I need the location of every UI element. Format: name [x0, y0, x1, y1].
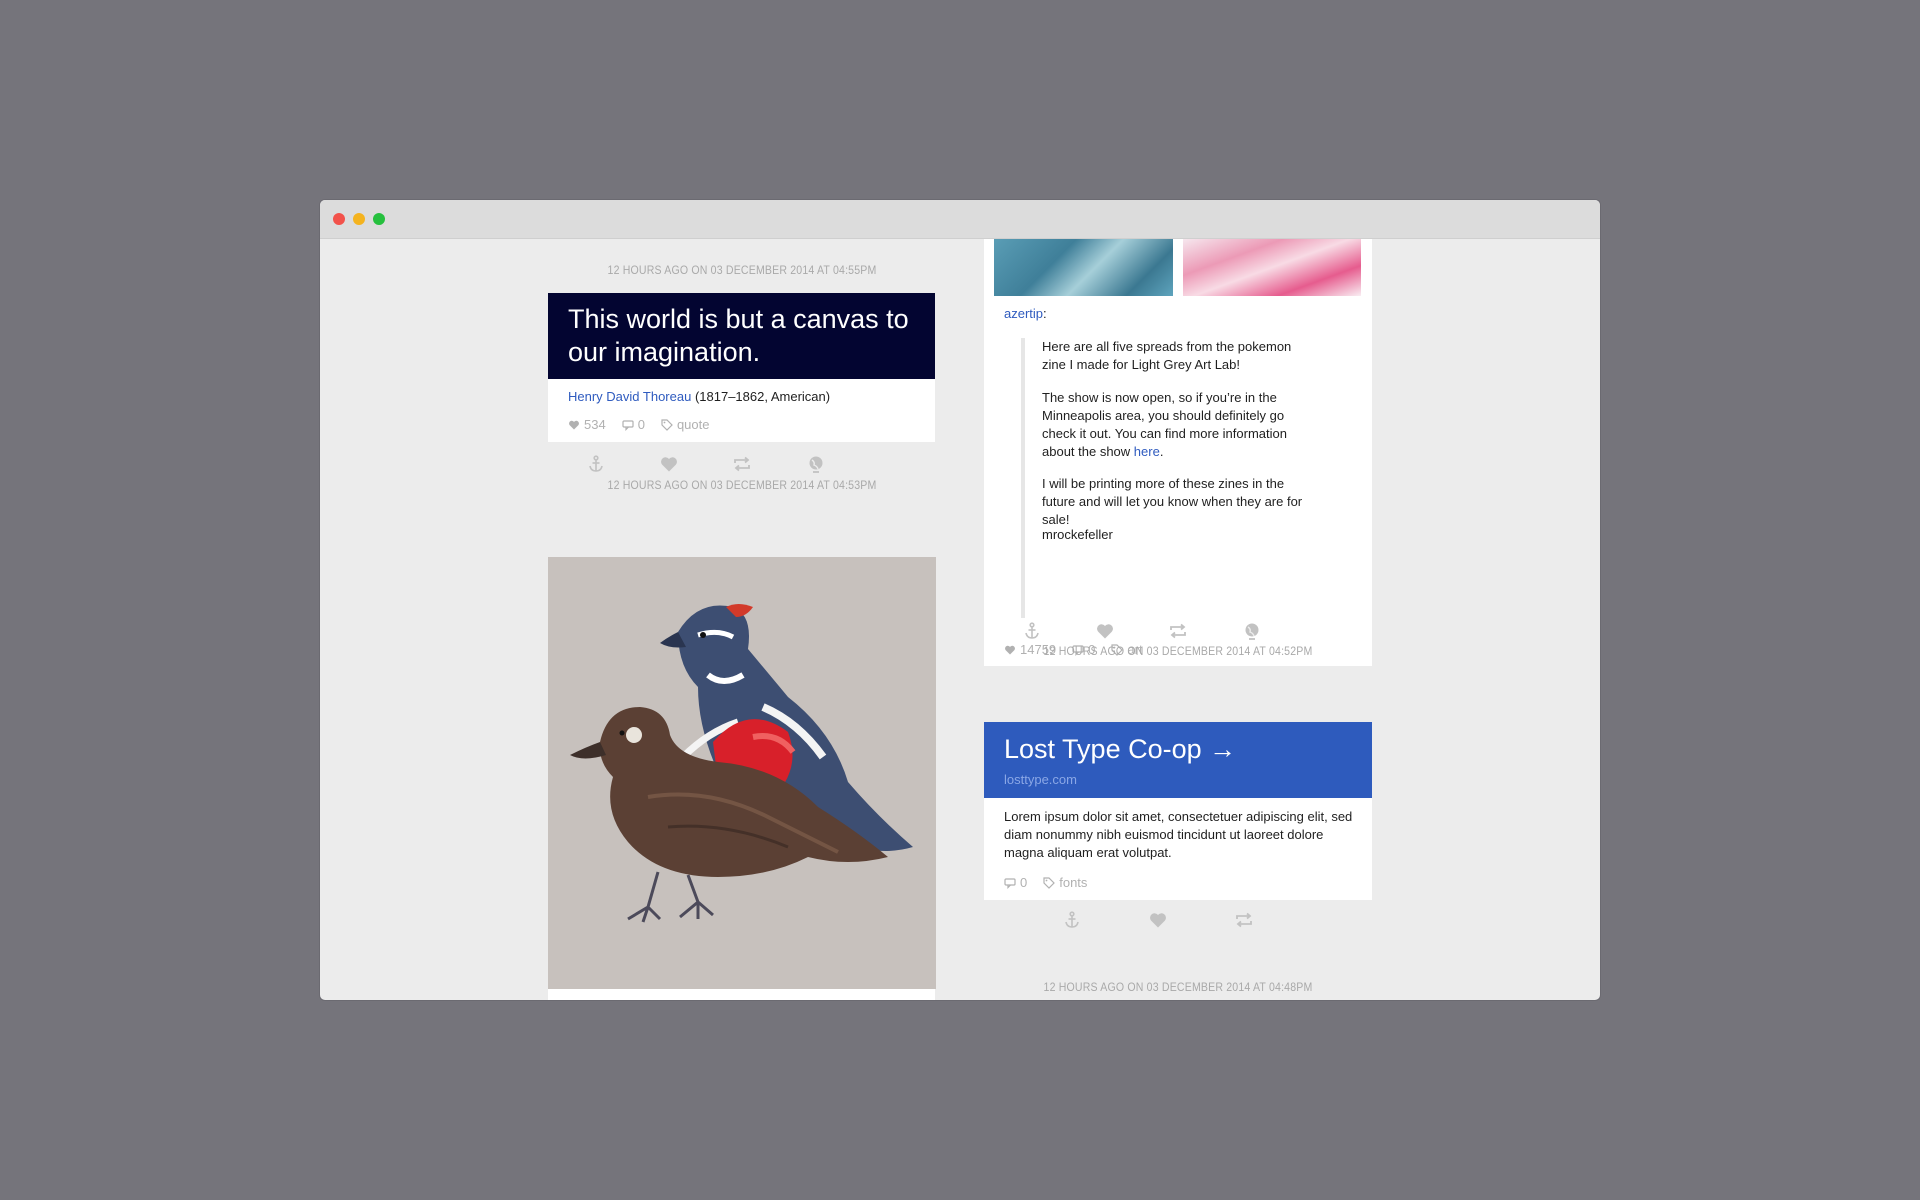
comment-icon [1004, 877, 1016, 889]
browser-window: 12 hours ago on 03 December 2014 at 04:5… [320, 200, 1600, 1000]
globe-icon [1245, 623, 1259, 640]
reblog-icon [1236, 912, 1252, 928]
post-timestamp[interactable]: 12 hours ago on 03 December 2014 at 04:5… [571, 478, 912, 492]
reblog-icon [734, 456, 750, 472]
quote-post-body: Henry David Thoreau (1817–1862, American… [548, 379, 935, 442]
title-bar [320, 200, 1600, 239]
reblog-user: azertip: [1004, 306, 1047, 321]
globe-icon [809, 456, 823, 473]
quote-source: Henry David Thoreau (1817–1862, American… [568, 389, 830, 404]
heart-icon [661, 457, 677, 472]
like-button[interactable] [1148, 910, 1168, 930]
comments-count[interactable]: 0 [622, 417, 645, 432]
heart-icon [569, 420, 579, 429]
photoset-image-1[interactable] [994, 239, 1173, 296]
tag-link[interactable]: quote [661, 417, 709, 432]
heart-icon [1150, 913, 1166, 928]
reblog-button[interactable] [1234, 910, 1254, 930]
photoset-images [984, 239, 1372, 299]
link-post-body: Lorem ipsum dolor sit amet, consectetuer… [984, 798, 1372, 900]
reply-button[interactable] [1242, 621, 1262, 641]
likes-count[interactable]: 534 [568, 417, 606, 432]
text-post-body: azertip: Here are all five spreads from … [984, 296, 1372, 666]
comments-count[interactable]: 0 [1004, 875, 1027, 890]
reblog-user-link[interactable]: azertip [1004, 306, 1043, 321]
blockquote: Here are all five spreads from the pokem… [1021, 338, 1341, 618]
permalink-button[interactable] [586, 454, 606, 474]
reblog-icon [1170, 623, 1186, 639]
minimize-window-button[interactable] [353, 213, 365, 225]
zoom-window-button[interactable] [373, 213, 385, 225]
post-timestamp[interactable]: 12 hours ago on 03 December 2014 at 04:5… [1007, 644, 1348, 658]
permalink-button[interactable] [1062, 910, 1082, 930]
close-window-button[interactable] [333, 213, 345, 225]
like-button[interactable] [659, 454, 679, 474]
heart-icon [1097, 624, 1113, 639]
post-timestamp[interactable]: 12 hours ago on 03 December 2014 at 04:4… [1007, 980, 1348, 994]
reblog-post-actions [984, 621, 1372, 645]
post-timestamp[interactable]: 12 hours ago on 03 December 2014 at 04:5… [571, 263, 912, 277]
show-info-link[interactable]: here [1134, 444, 1160, 459]
paragraph: I will be printing more of these zines i… [1042, 476, 1303, 527]
photoset-image-2[interactable] [1183, 239, 1361, 296]
paragraph: The show is now open, so if you’re in th… [1042, 390, 1287, 459]
duck-illustration [548, 557, 936, 989]
source-user-link[interactable]: mrockefeller [1042, 526, 1312, 544]
comment-icon [622, 419, 634, 431]
link-url: losttype.com [1004, 772, 1077, 787]
quote-author-link[interactable]: Henry David Thoreau [568, 389, 691, 404]
reblog-button[interactable] [1168, 621, 1188, 641]
photo-post-image[interactable] [548, 557, 936, 989]
anchor-icon [1025, 622, 1039, 639]
permalink-button[interactable] [1022, 621, 1042, 641]
like-button[interactable] [1095, 621, 1115, 641]
anchor-icon [1065, 911, 1079, 928]
reblog-button[interactable] [732, 454, 752, 474]
photo-post-footer [548, 989, 935, 1000]
link-stats: 0 fonts [1004, 875, 1087, 890]
quote-post-header: This world is but a canvas to our imagin… [548, 293, 935, 379]
quote-author-meta: (1817–1862, American) [694, 389, 831, 404]
quote-text: This world is but a canvas to our imagin… [568, 304, 909, 367]
link-description: Lorem ipsum dolor sit amet, consectetuer… [1004, 809, 1353, 860]
link-title[interactable]: Lost Type Co-op → [1004, 734, 1236, 765]
tag-icon [1043, 876, 1056, 889]
paragraph: Here are all five spreads from the pokem… [1042, 339, 1292, 372]
blog-feed[interactable]: 12 hours ago on 03 December 2014 at 04:5… [320, 239, 1600, 1000]
tag-link[interactable]: fonts [1043, 875, 1087, 890]
tag-icon [661, 418, 673, 431]
quote-post-actions [548, 454, 936, 478]
reply-button[interactable] [806, 454, 826, 474]
anchor-icon [589, 455, 603, 472]
link-post-header[interactable]: Lost Type Co-op → losttype.com [984, 722, 1372, 798]
link-post-actions [984, 910, 1372, 934]
quote-stats: 534 0 quote [568, 417, 709, 432]
